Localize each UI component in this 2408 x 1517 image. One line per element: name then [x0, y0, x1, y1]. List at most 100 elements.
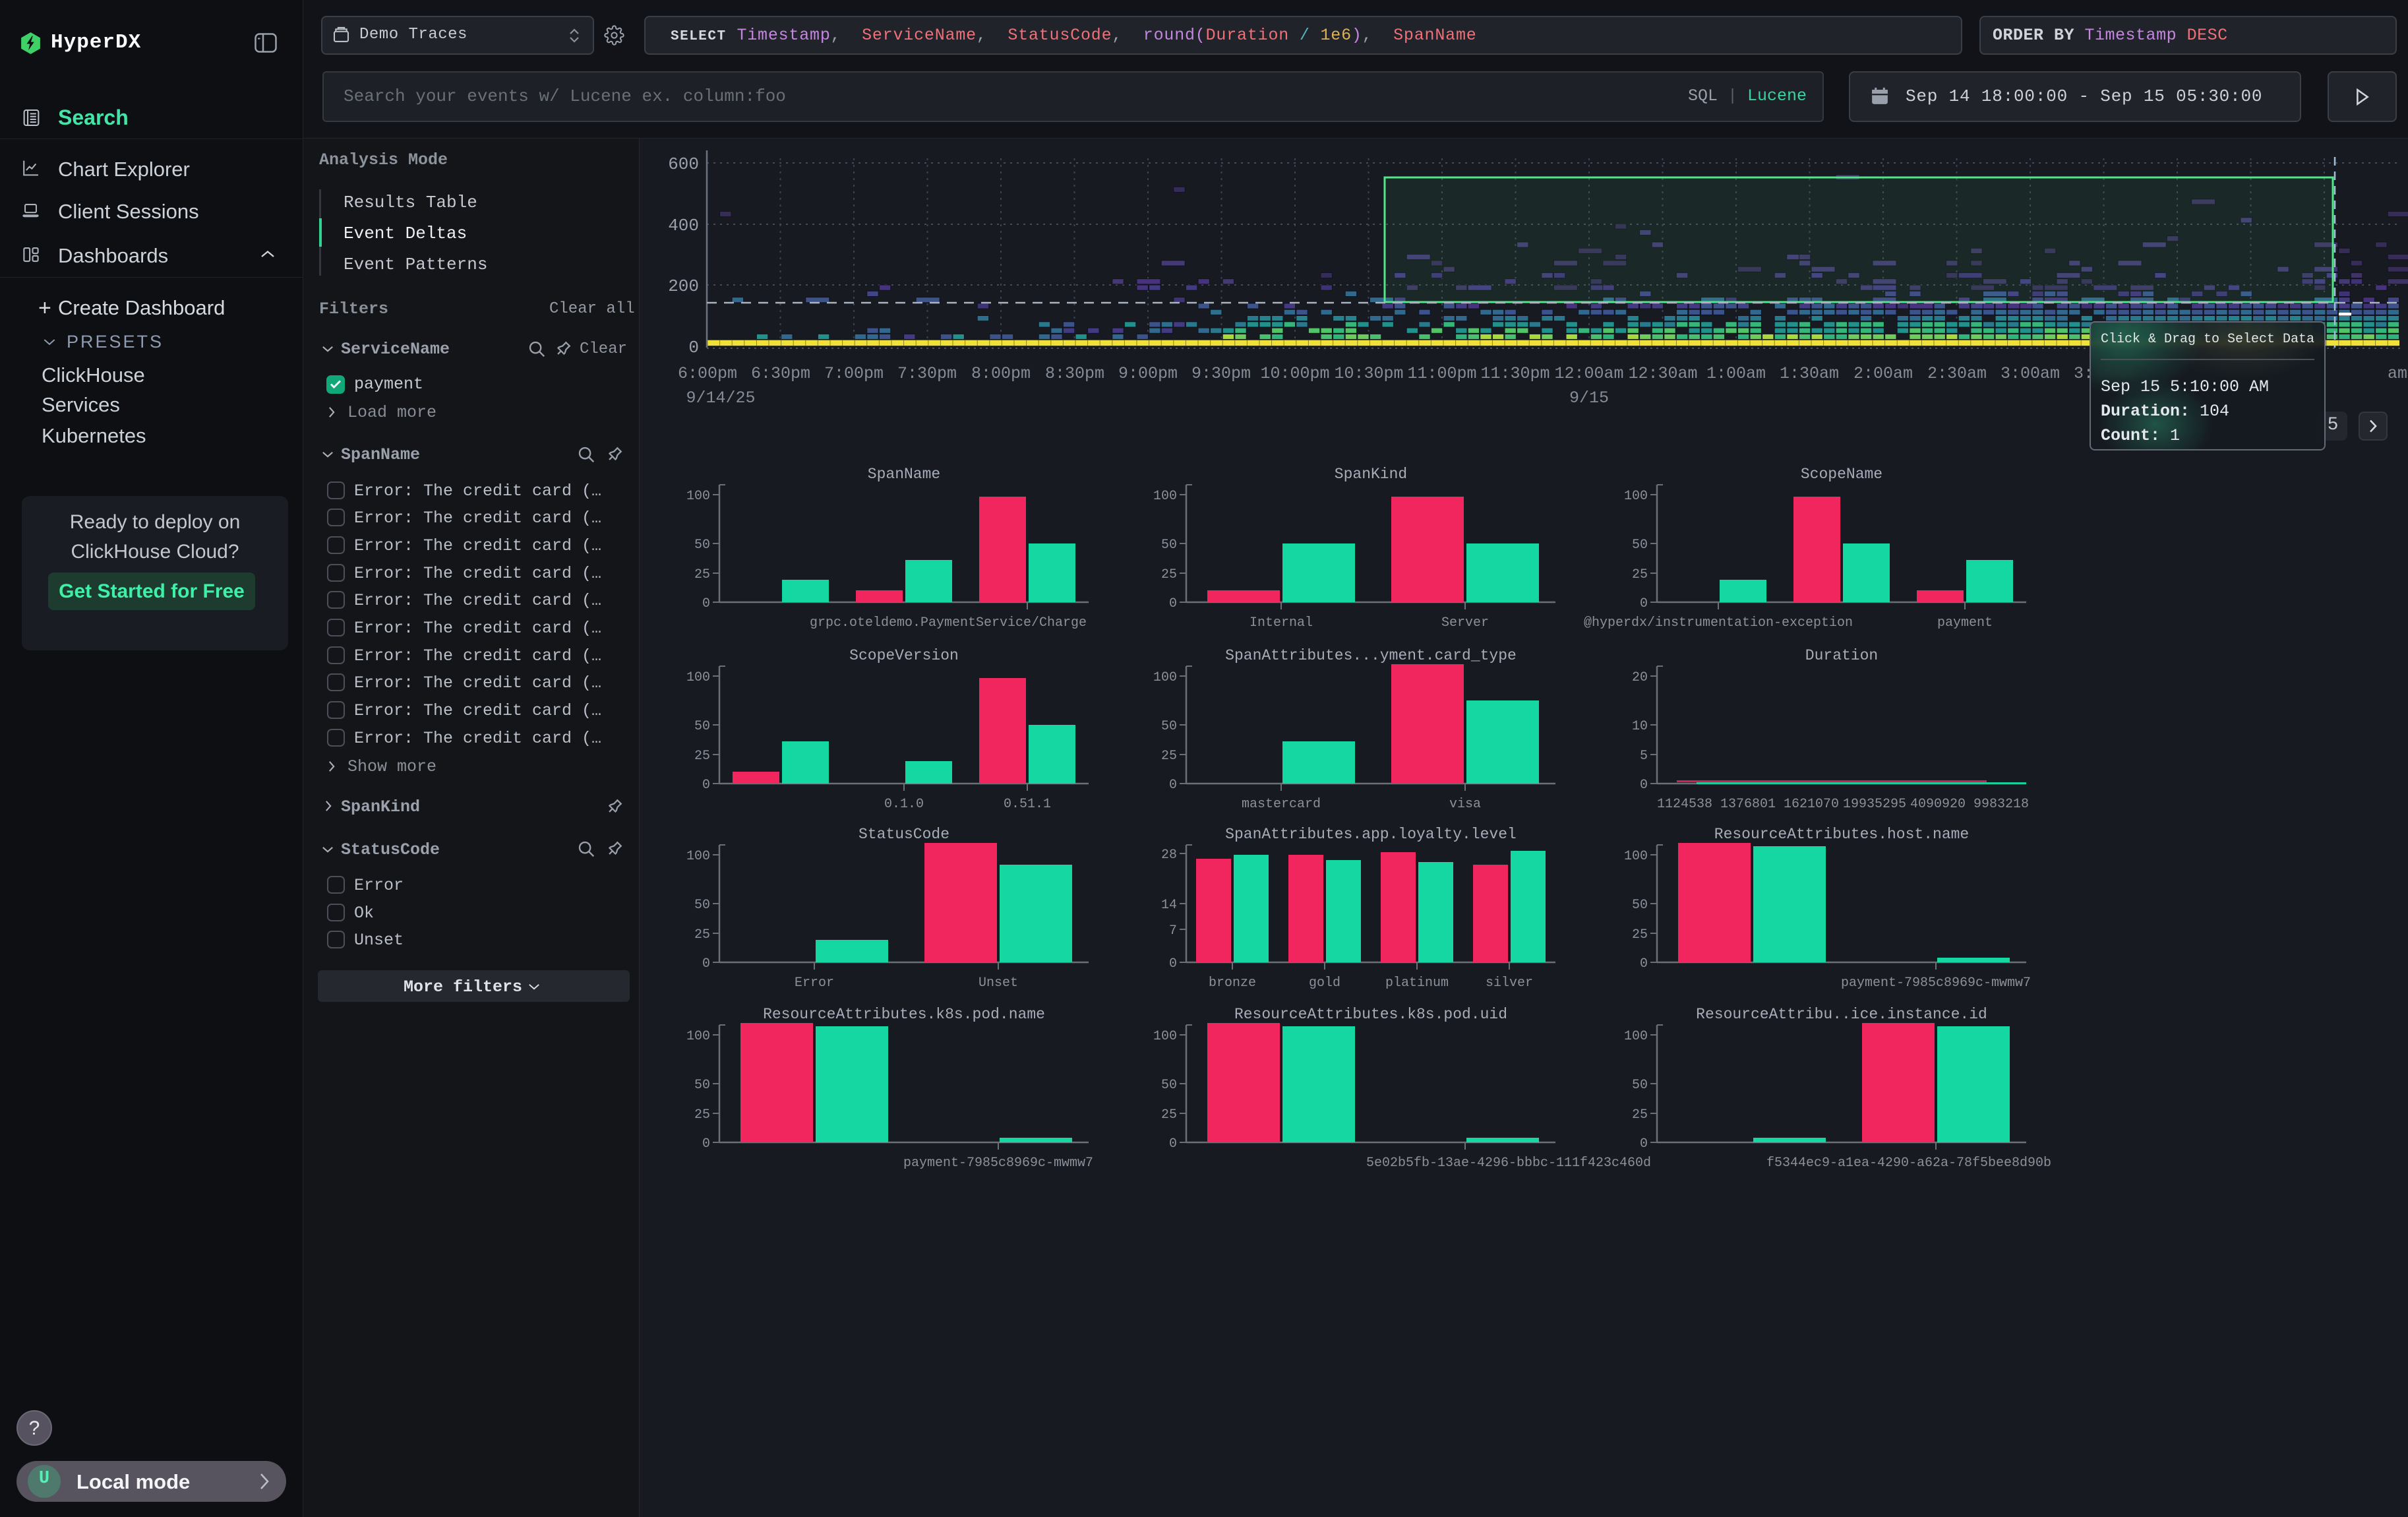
svg-text:0: 0 — [1169, 1136, 1177, 1152]
svg-text:ResourceAttributes.k8s.pod.nam: ResourceAttributes.k8s.pod.name — [763, 1006, 1045, 1023]
svg-text:50: 50 — [694, 538, 710, 553]
svg-text:0: 0 — [1169, 596, 1177, 611]
svg-text:0: 0 — [702, 596, 710, 611]
svg-text:StatusCode: StatusCode — [858, 826, 949, 843]
svg-text:SpanAttributes.app.loyalty.lev: SpanAttributes.app.loyalty.level — [1225, 826, 1517, 843]
svg-text:0: 0 — [688, 338, 699, 357]
svg-text:4090920: 4090920 — [1910, 797, 1966, 812]
svg-text:SpanAttributes...yment.card_ty: SpanAttributes...yment.card_type — [1225, 647, 1517, 664]
svg-text:25: 25 — [694, 1107, 710, 1123]
svg-text:11:30pm: 11:30pm — [1480, 364, 1550, 383]
svg-text:25: 25 — [1161, 567, 1177, 582]
svg-text:50: 50 — [1161, 719, 1177, 734]
svg-text:1:00am: 1:00am — [1706, 364, 1766, 383]
svg-text:8:30pm: 8:30pm — [1045, 364, 1104, 383]
svg-text:100: 100 — [686, 1029, 710, 1044]
svg-text:Unset: Unset — [978, 975, 1018, 991]
svg-text:25: 25 — [694, 567, 710, 582]
svg-text:10:00pm: 10:00pm — [1260, 364, 1329, 383]
svg-text:1:30am: 1:30am — [1780, 364, 1839, 383]
svg-text:gold: gold — [1309, 975, 1340, 991]
svg-text:ResourceAttributes.host.name: ResourceAttributes.host.name — [1714, 826, 1969, 843]
svg-text:19935295: 19935295 — [1843, 797, 1906, 812]
svg-text:2:00am: 2:00am — [1853, 364, 1913, 383]
svg-text:7: 7 — [1169, 923, 1177, 939]
svg-text:20: 20 — [1632, 670, 1648, 685]
svg-text:1124538: 1124538 — [1657, 797, 1712, 812]
svg-text:ScopeName: ScopeName — [1801, 466, 1882, 483]
svg-text:0: 0 — [702, 778, 710, 793]
svg-text:6:00pm: 6:00pm — [678, 364, 737, 383]
svg-text:25: 25 — [1161, 749, 1177, 764]
svg-text:25: 25 — [1161, 1107, 1177, 1123]
svg-text:0: 0 — [1640, 596, 1648, 611]
svg-text:mastercard: mastercard — [1242, 797, 1321, 812]
svg-text:8:00pm: 8:00pm — [971, 364, 1031, 383]
svg-text:6:30pm: 6:30pm — [751, 364, 810, 383]
svg-text:12:30am: 12:30am — [1628, 364, 1697, 383]
svg-text:100: 100 — [686, 849, 710, 864]
svg-text:7:00pm: 7:00pm — [824, 364, 884, 383]
svg-text:payment: payment — [1937, 615, 1993, 631]
svg-text:7:30pm: 7:30pm — [897, 364, 957, 383]
svg-text:Duration: Duration — [1805, 647, 1878, 664]
svg-text:9/15: 9/15 — [1569, 388, 1609, 408]
svg-text:ResourceAttribu..ice.instance.: ResourceAttribu..ice.instance.id — [1696, 1006, 1987, 1023]
svg-text:25: 25 — [1632, 567, 1648, 582]
svg-text:25: 25 — [1632, 1107, 1648, 1123]
svg-text:100: 100 — [1153, 670, 1177, 685]
svg-text:1621070: 1621070 — [1784, 797, 1839, 812]
svg-text:5: 5 — [1640, 749, 1648, 764]
svg-text:400: 400 — [668, 216, 699, 235]
svg-text:100: 100 — [686, 489, 710, 504]
svg-text:50: 50 — [1161, 538, 1177, 553]
svg-text:100: 100 — [1624, 849, 1648, 864]
svg-text:ResourceAttributes.k8s.pod.uid: ResourceAttributes.k8s.pod.uid — [1234, 1006, 1507, 1023]
svg-text:0.51.1: 0.51.1 — [1004, 797, 1051, 812]
svg-text:9983218: 9983218 — [1973, 797, 2029, 812]
svg-text:SpanKind: SpanKind — [1335, 466, 1407, 483]
svg-text:9:30pm: 9:30pm — [1191, 364, 1251, 383]
svg-text:50: 50 — [1632, 538, 1648, 553]
svg-text:50: 50 — [1632, 898, 1648, 913]
svg-text:am: am — [2388, 364, 2407, 383]
svg-text:25: 25 — [694, 927, 710, 943]
svg-text:50: 50 — [694, 719, 710, 734]
svg-text:0.1.0: 0.1.0 — [884, 797, 924, 812]
svg-text:payment-7985c8969c-mwmw7: payment-7985c8969c-mwmw7 — [903, 1156, 1093, 1171]
svg-text:ScopeVersion: ScopeVersion — [849, 647, 959, 664]
svg-text:payment-7985c8969c-mwmw7: payment-7985c8969c-mwmw7 — [1841, 975, 2031, 991]
svg-text:2:30am: 2:30am — [1927, 364, 1987, 383]
svg-text:10: 10 — [1632, 719, 1648, 734]
svg-text:600: 600 — [668, 154, 699, 174]
svg-text:50: 50 — [1632, 1078, 1648, 1093]
svg-text:0: 0 — [1640, 1136, 1648, 1152]
svg-text:Error: Error — [795, 975, 834, 991]
svg-text:silver: silver — [1486, 975, 1533, 991]
svg-text:50: 50 — [694, 898, 710, 913]
svg-text:50: 50 — [694, 1078, 710, 1093]
svg-text:14: 14 — [1161, 898, 1177, 913]
svg-text:100: 100 — [1624, 1029, 1648, 1044]
svg-text:100: 100 — [1624, 489, 1648, 504]
svg-text:0: 0 — [1640, 778, 1648, 793]
svg-text:Server: Server — [1441, 615, 1489, 631]
svg-text:bronze: bronze — [1209, 975, 1256, 991]
svg-text:25: 25 — [694, 749, 710, 764]
svg-text:0: 0 — [1640, 956, 1648, 972]
svg-text:3:00am: 3:00am — [2001, 364, 2060, 383]
svg-text:0: 0 — [702, 956, 710, 972]
svg-text:0: 0 — [1169, 956, 1177, 972]
svg-text:10:30pm: 10:30pm — [1334, 364, 1403, 383]
svg-text:25: 25 — [1632, 927, 1648, 943]
svg-text:0: 0 — [702, 1136, 710, 1152]
svg-text:visa: visa — [1449, 797, 1481, 812]
svg-text:11:00pm: 11:00pm — [1407, 364, 1476, 383]
svg-text:9/14/25: 9/14/25 — [686, 388, 755, 408]
svg-text:50: 50 — [1161, 1078, 1177, 1093]
svg-text:SpanName: SpanName — [868, 466, 940, 483]
svg-text:grpc.oteldemo.PaymentService/C: grpc.oteldemo.PaymentService/Charge — [810, 615, 1087, 631]
svg-text:1376801: 1376801 — [1720, 797, 1776, 812]
svg-text:5e02b5fb-13ae-4296-bbbc-111f42: 5e02b5fb-13ae-4296-bbbc-111f423c460d — [1366, 1156, 1651, 1171]
svg-text:0: 0 — [1169, 778, 1177, 793]
